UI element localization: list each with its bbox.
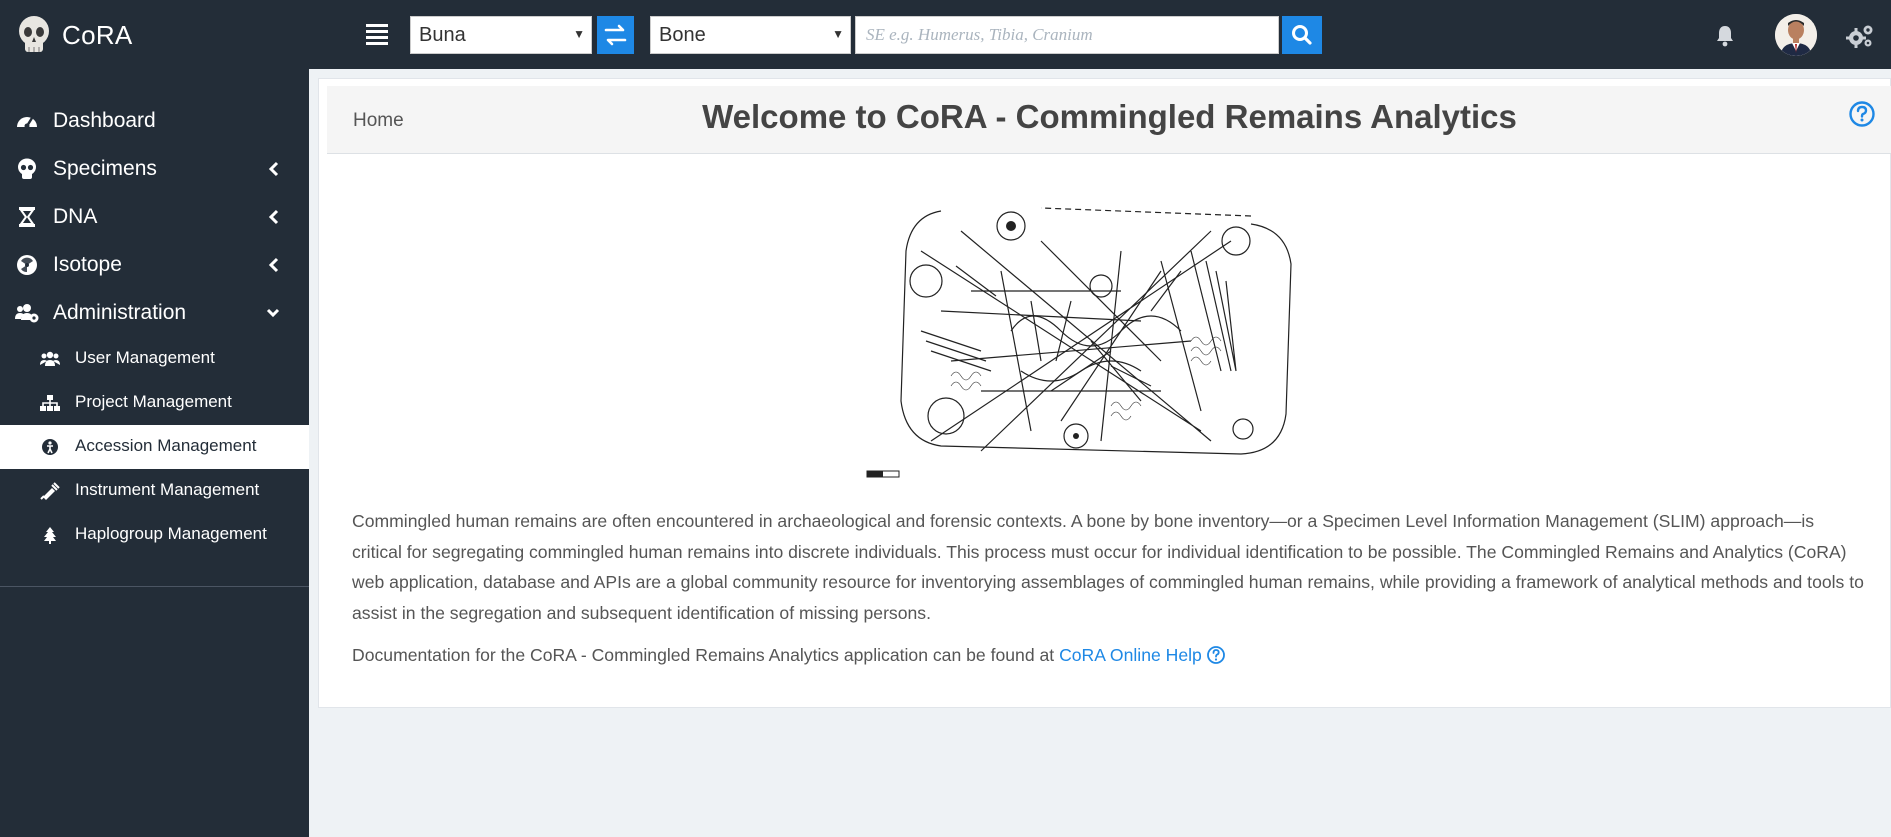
sidebar-item-label: Isotope [53,253,122,276]
sidebar-item-label: DNA [53,205,98,228]
chevron-left-icon [268,209,279,225]
sidebar-subitem-label: Instrument Management [75,480,260,499]
online-help-link[interactable]: CoRA Online Help [1059,645,1202,665]
avatar-image [1775,14,1817,56]
hourglass-icon [19,207,35,227]
sitemap-icon [40,395,60,411]
panel-header: Home Welcome to CoRA - Commingled Remain… [327,86,1891,154]
users-icon [40,351,60,366]
chevron-left-icon [268,161,279,177]
sidebar-item-dna[interactable]: DNA [0,195,309,239]
caret-down-icon: ▼ [832,27,844,41]
swap-arrows-icon [604,24,627,46]
sidebar-subitem-label: Accession Management [75,436,257,455]
sidebar-subitem-accession-management[interactable]: Accession Management [0,425,309,469]
search-button[interactable] [1282,16,1322,54]
bell-icon[interactable] [1714,24,1736,48]
gears-icon[interactable] [1845,22,1875,50]
search-input[interactable] [855,16,1279,54]
main-panel: Home Welcome to CoRA - Commingled Remain… [318,78,1891,708]
category-select[interactable]: Bone ▼ [650,16,851,54]
skull-icon [18,158,36,179]
top-navbar: CoRA Buna ▼ Bone ▼ [0,0,1891,69]
accession-icon [42,439,58,455]
documentation-text: Documentation for the CoRA - Commingled … [352,645,1060,665]
sidebar-item-label: Specimens [53,157,157,180]
user-avatar[interactable] [1775,14,1817,56]
sidebar-subitem-project-management[interactable]: Project Management [0,381,309,425]
brand[interactable]: CoRA [14,14,133,56]
sidebar-item-label: Dashboard [53,109,156,132]
documentation-line: Documentation for the CoRA - Commingled … [352,645,1226,666]
question-circle-icon[interactable] [1848,100,1876,128]
sidebar-subitem-label: Project Management [75,392,232,411]
project-select[interactable]: Buna ▼ [410,16,592,54]
chevron-left-icon [268,257,279,273]
users-cog-icon [15,304,39,323]
app-name: CoRA [62,19,133,50]
tree-icon [44,527,56,544]
swap-button[interactable] [597,16,634,54]
sidebar-item-isotope[interactable]: Isotope [0,243,309,287]
sidebar-divider [0,586,309,587]
project-select-value: Buna [419,24,466,46]
page-title: Welcome to CoRA - Commingled Remains Ana… [702,98,1517,135]
question-circle-icon[interactable] [1206,645,1226,665]
dashboard-gauge-icon [17,117,37,129]
caret-down-icon: ▼ [573,27,585,41]
skull-icon [19,16,49,52]
syringe-icon [40,482,60,500]
category-select-value: Bone [659,24,706,46]
sidebar: Dashboard Specimens DNA Isotope Administ… [0,69,309,837]
sidebar-subitem-user-management[interactable]: User Management [0,337,309,381]
sidebar-subitem-instrument-management[interactable]: Instrument Management [0,469,309,513]
search-icon [1292,25,1312,45]
sidebar-item-specimens[interactable]: Specimens [0,147,309,191]
chevron-down-icon [266,308,280,318]
sidebar-subitem-label: Haplogroup Management [75,524,267,543]
sidebar-subitem-haplogroup-management[interactable]: Haplogroup Management [0,513,309,557]
sidebar-subitem-label: User Management [75,348,215,367]
hamburger-icon[interactable] [366,24,388,45]
sidebar-item-label: Administration [53,301,187,324]
sidebar-item-dashboard[interactable]: Dashboard [0,99,309,143]
radiation-icon [17,255,37,275]
intro-paragraph: Commingled human remains are often encou… [352,511,1864,623]
commingled-remains-illustration [866,207,1292,478]
sidebar-item-administration[interactable]: Administration [0,291,309,335]
